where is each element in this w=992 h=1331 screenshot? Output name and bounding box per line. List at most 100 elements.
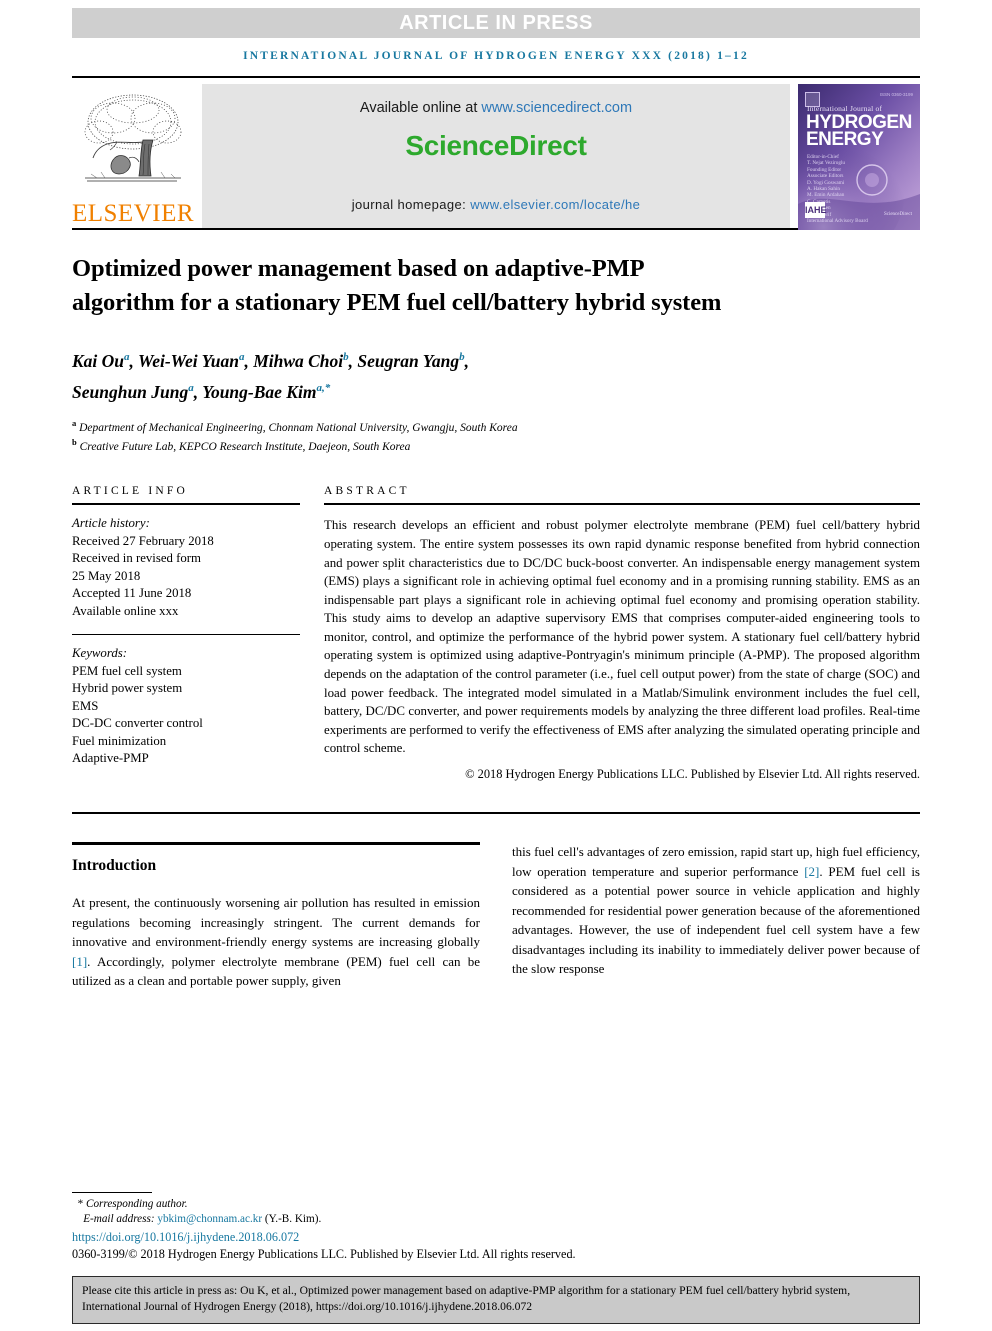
author-affiliation-marker[interactable]: a,*: [316, 382, 330, 394]
article-info-heading: ARTICLE INFO: [72, 485, 188, 498]
issn-copyright-line: 0360-3199/© 2018 Hydrogen Energy Publica…: [72, 1247, 576, 1261]
author-entry: Seugran Yangb,: [357, 351, 469, 371]
author-sep: ,: [193, 381, 203, 402]
intro-left-text-a: At present, the continuously worsening a…: [72, 895, 480, 950]
author-entry: Seunghun Junga,: [72, 382, 202, 402]
author-name: Young-Bae Kim: [202, 381, 317, 402]
article-history-item: Available online xxx: [72, 603, 179, 618]
email-label: E-mail address:: [83, 1213, 155, 1225]
keyword-item: PEM fuel cell system: [72, 663, 182, 678]
body-column-right: this fuel cell's advantages of zero emis…: [512, 842, 920, 991]
article-history-item: 25 May 2018: [72, 568, 141, 583]
affiliation-list: a Department of Mechanical Engineering, …: [72, 416, 920, 456]
affiliation-text: Creative Future Lab, KEPCO Research Inst…: [79, 441, 411, 454]
cover-publisher-mark: ScienceDirect: [883, 212, 912, 217]
article-in-press-banner: ARTICLE IN PRESS: [72, 8, 920, 38]
article-in-press-label: ARTICLE IN PRESS: [399, 11, 593, 34]
affiliation-marker: b: [72, 437, 77, 448]
author-name: Mihwa Choi: [253, 350, 344, 371]
cover-title: HYDROGEN ENERGY: [806, 113, 912, 150]
email-note: E-mail address: ybkim@chonnam.ac.kr (Y.-…: [72, 1212, 492, 1227]
footnote-block: * Corresponding author. E-mail address: …: [72, 1192, 576, 1262]
iahe-logo-icon: IAHE: [805, 202, 827, 218]
journal-homepage-link[interactable]: www.elsevier.com/locate/he: [470, 197, 640, 212]
cite-this-article-text: Please cite this article in press as: Ou…: [82, 1284, 851, 1313]
journal-running-head: INTERNATIONAL JOURNAL OF HYDROGEN ENERGY…: [243, 50, 749, 62]
introduction-section: Introduction At present, the continuousl…: [72, 842, 920, 991]
abstract-column: ABSTRACT This research develops an effic…: [324, 485, 920, 782]
intro-right-text-b: . PEM fuel cell is considered as a poten…: [512, 863, 920, 977]
article-history-label: Article history:: [72, 516, 150, 531]
author-sep: ,: [244, 350, 254, 371]
abstract-rule: [324, 503, 920, 506]
abstract-text: This research develops an efficient and …: [324, 518, 920, 756]
author-list: Kai Oua, Wei-Wei Yuana, Mihwa Choib, Seu…: [72, 344, 772, 406]
article-history-item: Received 27 February 2018: [72, 533, 214, 548]
introduction-top-rule: [72, 842, 480, 846]
masthead-bottom-rule: [72, 228, 920, 230]
corresponding-author-label: Corresponding author.: [85, 1198, 188, 1210]
available-online-label: Available online at: [359, 100, 478, 116]
author-entry: Wei-Wei Yuana,: [138, 351, 253, 371]
article-history: Article history: Received 27 February 20…: [72, 515, 300, 620]
elsevier-tree-icon: [84, 94, 182, 182]
abstract-copyright: © 2018 Hydrogen Energy Publications LLC.…: [465, 767, 920, 782]
introduction-paragraph-right: this fuel cell's advantages of zero emis…: [512, 842, 920, 979]
available-online-line: Available online at www.sciencedirect.co…: [360, 100, 632, 116]
author-sep: ,: [129, 350, 138, 371]
author-name: Seugran Yang: [357, 350, 460, 371]
author-name: Kai Ou: [72, 350, 125, 371]
author-entry: Kai Oua,: [72, 351, 138, 371]
cite-this-article-box: Please cite this article in press as: Ou…: [72, 1276, 920, 1324]
keyword-item: DC-DC converter control: [72, 716, 203, 731]
author-name: Wei-Wei Yuan: [137, 350, 239, 371]
affiliation-text: Department of Mechanical Engineering, Ch…: [79, 421, 518, 434]
journal-homepage-label: journal homepage:: [351, 197, 467, 212]
author-entry: Mihwa Choib,: [253, 351, 357, 371]
corresponding-author-marker: *: [77, 1198, 84, 1210]
sciencedirect-logo: ScienceDirect: [405, 130, 587, 161]
body-column-left: Introduction At present, the continuousl…: [72, 842, 480, 991]
cover-issn: ISSN 0360-3199: [879, 92, 913, 97]
abstract-heading: ABSTRACT: [324, 485, 410, 498]
affiliation-item: b Creative Future Lab, KEPCO Research In…: [72, 435, 920, 455]
article-history-item: Received in revised form: [72, 551, 201, 566]
introduction-heading: Introduction: [72, 857, 157, 875]
affiliation-item: a Department of Mechanical Engineering, …: [72, 416, 920, 436]
keyword-item: EMS: [72, 698, 99, 713]
author-sep: ,: [464, 350, 469, 371]
article-history-item: Accepted 11 June 2018: [72, 586, 192, 601]
keyword-item: Fuel minimization: [72, 733, 167, 748]
corresponding-author-note: * Corresponding author.: [72, 1197, 492, 1212]
doi-link[interactable]: https://doi.org/10.1016/j.ijhydene.2018.…: [72, 1230, 492, 1245]
citation-ref-1[interactable]: [1]: [72, 954, 87, 969]
journal-cover-thumbnail: ISSN 0360-3199 International Journal of …: [798, 84, 920, 230]
citation-ref-2[interactable]: [2]: [804, 864, 819, 879]
elsevier-logo: ELSEVIER: [72, 84, 194, 228]
intro-left-text-b: . Accordingly, polymer electrolyte membr…: [72, 953, 480, 989]
introduction-paragraph-left: At present, the continuously worsening a…: [72, 893, 480, 991]
sciencedirect-banner: Available online at www.sciencedirect.co…: [202, 84, 790, 228]
author-entry: Young-Bae Kima,*: [202, 382, 330, 402]
sciencedirect-link[interactable]: www.sciencedirect.com: [481, 100, 632, 116]
page-title: Optimized power management based on adap…: [72, 255, 722, 316]
article-info-rule: [72, 503, 300, 506]
footnote-rule: [72, 1192, 152, 1193]
email-attribution: (Y.-B. Kim).: [264, 1213, 322, 1225]
email-link[interactable]: ybkim@chonnam.ac.kr: [157, 1213, 262, 1225]
keywords-label: Keywords:: [72, 646, 127, 661]
keyword-item: Adaptive-PMP: [72, 751, 149, 766]
article-info-column: ARTICLE INFO Article history: Received 2…: [72, 485, 300, 782]
info-abstract-block: ARTICLE INFO Article history: Received 2…: [72, 485, 920, 782]
affiliation-marker: a: [72, 417, 77, 428]
abstract-block-bottom-rule: [72, 812, 920, 815]
author-name: Seunghun Jung: [72, 381, 189, 402]
journal-homepage-line: journal homepage: www.elsevier.com/locat…: [202, 197, 790, 212]
elsevier-wordmark: ELSEVIER: [71, 200, 195, 227]
keywords-divider: [72, 634, 300, 636]
keyword-item: Hybrid power system: [72, 681, 183, 696]
cover-title-line2: ENERGY: [806, 129, 884, 150]
masthead: ELSEVIER Available online at www.science…: [72, 76, 920, 230]
keywords-list: Keywords: PEM fuel cell system Hybrid po…: [72, 645, 300, 768]
article-first-page: ARTICLE IN PRESS INTERNATIONAL JOURNAL O…: [0, 8, 992, 1331]
